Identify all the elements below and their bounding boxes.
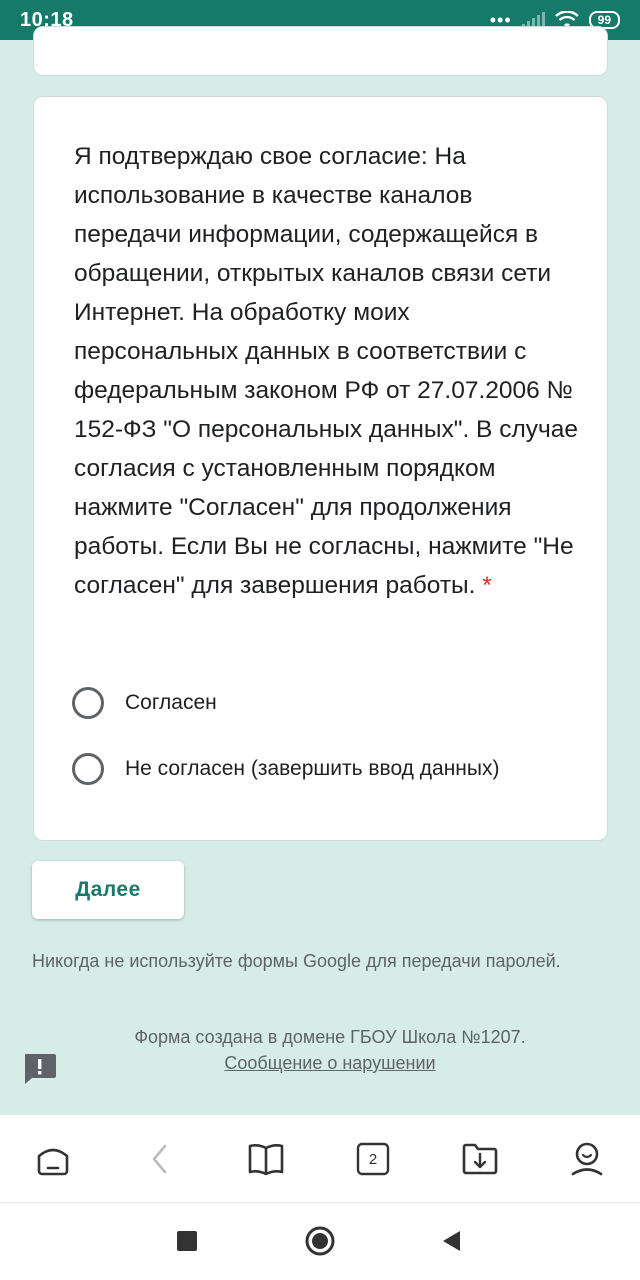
required-asterisk: *	[482, 572, 492, 599]
book-icon	[248, 1144, 284, 1176]
browser-toolbar: 2	[0, 1115, 640, 1203]
download-folder-icon	[462, 1143, 498, 1175]
option-agree-label: Согласен	[125, 691, 217, 714]
profile-button[interactable]	[567, 1139, 607, 1179]
reading-mode-button[interactable]	[246, 1139, 286, 1179]
radio-agree[interactable]	[72, 687, 104, 719]
tabs-button[interactable]: 2	[353, 1139, 393, 1179]
square-icon	[177, 1231, 197, 1251]
circle-icon	[305, 1226, 335, 1256]
profile-icon	[571, 1142, 603, 1176]
question-body: Я подтверждаю свое согласие: На использо…	[74, 143, 579, 599]
triangle-back-icon	[443, 1231, 460, 1251]
created-domain-text: Форма создана в домене ГБОУ Школа №1207.	[134, 1027, 526, 1047]
back-button[interactable]	[140, 1139, 180, 1179]
home-button[interactable]	[33, 1139, 73, 1179]
option-disagree[interactable]: Не согласен (завершить ввод данных)	[72, 753, 499, 785]
option-agree[interactable]: Согласен	[72, 687, 217, 719]
tab-count: 2	[368, 1150, 378, 1168]
next-button[interactable]: Далее	[32, 861, 184, 919]
question-card: Я подтверждаю свое согласие: На использо…	[33, 96, 608, 841]
option-disagree-label: Не согласен (завершить ввод данных)	[125, 757, 500, 780]
system-navigation-bar	[0, 1203, 640, 1280]
password-warning: Никогда не используйте формы Google для …	[32, 951, 561, 971]
form-footer: Форма создана в домене ГБОУ Школа №1207.…	[60, 1024, 600, 1076]
feedback-icon[interactable]	[22, 1052, 57, 1085]
home-icon	[37, 1148, 69, 1176]
report-abuse-link[interactable]: Сообщение о нарушении	[224, 1053, 435, 1073]
back-chevron-icon	[152, 1144, 167, 1174]
recents-button[interactable]	[169, 1223, 205, 1259]
system-back-button[interactable]	[433, 1223, 469, 1259]
system-home-button[interactable]	[302, 1223, 338, 1259]
question-text: Я подтверждаю свое согласие: На использо…	[74, 137, 579, 605]
previous-question-card	[33, 26, 608, 76]
radio-disagree[interactable]	[72, 753, 104, 785]
downloads-button[interactable]	[460, 1139, 500, 1179]
